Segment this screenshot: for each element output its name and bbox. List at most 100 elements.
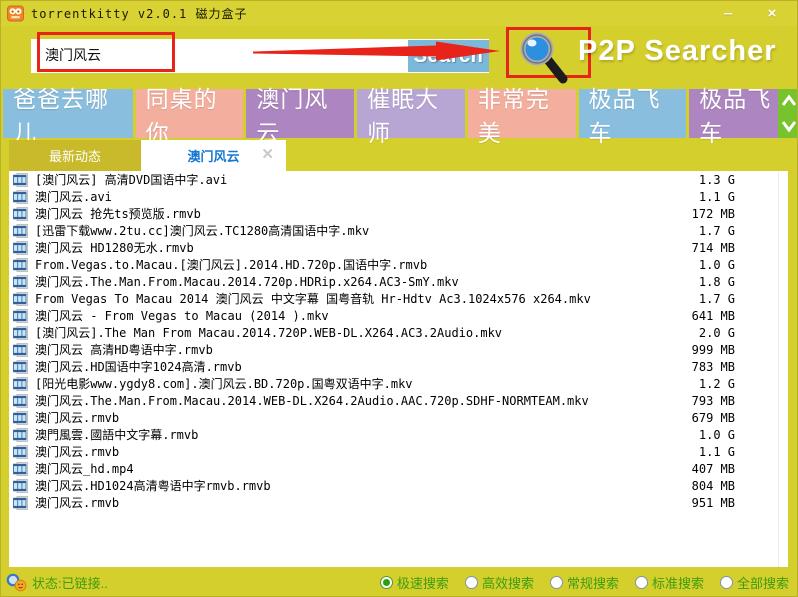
result-size: 714 MB bbox=[691, 240, 735, 255]
radio-icon[interactable] bbox=[464, 576, 478, 589]
radio-icon[interactable] bbox=[634, 576, 648, 589]
result-row[interactable]: [阳光电影www.ygdy8.com].澳门风云.BD.720p.国粤双语中字.… bbox=[9, 375, 788, 392]
result-size: 951 MB bbox=[691, 495, 735, 510]
result-size: 1.3 G bbox=[698, 172, 735, 187]
annotation-box-query bbox=[37, 32, 175, 72]
result-size: 1.7 G bbox=[698, 223, 735, 238]
result-size: 793 MB bbox=[691, 393, 735, 408]
result-size: 2.0 G bbox=[698, 325, 735, 340]
tab-close-icon[interactable]: ✕ bbox=[261, 146, 274, 164]
film-icon bbox=[13, 462, 28, 476]
result-row[interactable]: 澳門風雲.國語中文字幕.rmvb 1.0 G bbox=[9, 426, 788, 443]
film-icon bbox=[13, 241, 28, 255]
result-row[interactable]: 澳门风云.The.Man.From.Macau.2014.720p.HDRip.… bbox=[9, 273, 788, 290]
category-button[interactable]: 爸爸去哪儿 bbox=[3, 86, 133, 146]
result-name: 澳门风云.rmvb bbox=[35, 496, 120, 510]
result-row[interactable]: [澳门风云] 高清DVD国语中字.avi 1.3 G bbox=[9, 171, 788, 188]
radio-label: 全部搜索 bbox=[736, 576, 789, 591]
search-mode-radio[interactable]: 标准搜索 bbox=[634, 573, 704, 592]
result-name: 澳门风云.HD国语中字1024高清.rmvb bbox=[35, 360, 242, 374]
statusbar: 状态:已链接.. 极速搜索 高效搜索 常规搜索 标准搜索 全部搜索 bbox=[1, 567, 797, 596]
result-row[interactable]: 澳门风云 抢先ts预览版.rmvb 172 MB bbox=[9, 205, 788, 222]
result-row[interactable]: 澳门风云.rmvb 679 MB bbox=[9, 409, 788, 426]
result-name: 澳门风云.The.Man.From.Macau.2014.WEB-DL.X264… bbox=[35, 394, 589, 408]
radio-icon[interactable] bbox=[379, 576, 393, 589]
app-window: torrentkitty v2.0.1 磁力盒子 – × 澳门风云 Search… bbox=[0, 0, 798, 597]
film-icon bbox=[13, 411, 28, 425]
minimize-button[interactable]: – bbox=[715, 5, 741, 22]
result-name: 澳门风云.rmvb bbox=[35, 411, 120, 425]
film-icon bbox=[13, 292, 28, 306]
search-mode-group: 极速搜索 高效搜索 常规搜索 标准搜索 全部搜索 bbox=[379, 573, 789, 592]
result-row[interactable]: 澳门风云 HD1280无水.rmvb 714 MB bbox=[9, 239, 788, 256]
status-magnifier-smiley-icon bbox=[6, 573, 27, 591]
radio-icon[interactable] bbox=[719, 576, 733, 589]
tab-search-result[interactable]: 澳门风云 ✕ bbox=[141, 140, 286, 171]
radio-label: 高效搜索 bbox=[481, 576, 534, 591]
close-button[interactable]: × bbox=[759, 5, 785, 22]
film-icon bbox=[13, 275, 28, 289]
category-button[interactable]: 非常完美 bbox=[467, 86, 576, 146]
result-size: 1.0 G bbox=[698, 257, 735, 272]
film-icon bbox=[13, 360, 28, 374]
film-icon bbox=[13, 496, 28, 510]
film-icon bbox=[13, 258, 28, 272]
result-row[interactable]: [澳门风云].The Man From Macau.2014.720P.WEB-… bbox=[9, 324, 788, 341]
titlebar: torrentkitty v2.0.1 磁力盒子 – × bbox=[1, 1, 797, 26]
result-row[interactable]: 澳门风云.avi 1.1 G bbox=[9, 188, 788, 205]
film-icon bbox=[13, 326, 28, 340]
scroll-down-icon[interactable] bbox=[781, 119, 797, 133]
search-mode-radio[interactable]: 极速搜索 bbox=[379, 573, 449, 592]
result-row[interactable]: From.Vegas.to.Macau.[澳门风云].2014.HD.720p.… bbox=[9, 256, 788, 273]
result-row[interactable]: From Vegas To Macau 2014 澳门风云 中文字幕 国粤音轨 … bbox=[9, 290, 788, 307]
result-row[interactable]: [迅雷下载www.2tu.cc]澳门风云.TC1280高清国语中字.mkv 1.7… bbox=[9, 222, 788, 239]
film-icon bbox=[13, 394, 28, 408]
result-name: [澳门风云].The Man From Macau.2014.720P.WEB-… bbox=[35, 326, 503, 340]
film-icon bbox=[13, 479, 28, 493]
film-icon bbox=[13, 173, 28, 187]
result-row[interactable]: 澳门风云 高清HD粤语中字.rmvb 999 MB bbox=[9, 341, 788, 358]
results-panel: [澳门风云] 高清DVD国语中字.avi 1.3 G 澳门风云.avi 1.1 G … bbox=[9, 171, 788, 567]
result-size: 1.2 G bbox=[698, 376, 735, 391]
film-icon bbox=[13, 309, 28, 323]
result-name: [澳门风云] 高清DVD国语中字.avi bbox=[35, 173, 228, 187]
result-size: 1.1 G bbox=[698, 444, 735, 459]
film-icon bbox=[13, 445, 28, 459]
result-row[interactable]: 澳门风云.rmvb 1.1 G bbox=[9, 443, 788, 460]
status-text: 状态:已链接.. bbox=[32, 576, 108, 591]
result-row[interactable]: 澳门风云_hd.mp4 407 MB bbox=[9, 460, 788, 477]
result-name: 澳门风云.The.Man.From.Macau.2014.720p.HDRip.… bbox=[35, 275, 459, 289]
result-name: [阳光电影www.ygdy8.com].澳门风云.BD.720p.国粤双语中字.… bbox=[35, 377, 413, 391]
result-size: 783 MB bbox=[691, 359, 735, 374]
search-mode-radio[interactable]: 常规搜索 bbox=[549, 573, 619, 592]
result-row[interactable]: 澳门风云.rmvb 951 MB bbox=[9, 494, 788, 511]
result-row[interactable]: 澳门风云 - From Vegas to Macau (2014 ).mkv 64… bbox=[9, 307, 788, 324]
search-mode-radio[interactable]: 全部搜索 bbox=[719, 573, 789, 592]
category-button[interactable]: 极品飞车 bbox=[578, 86, 687, 146]
result-name: 澳门风云 高清HD粤语中字.rmvb bbox=[35, 343, 213, 357]
search-mode-radio[interactable]: 高效搜索 bbox=[464, 573, 534, 592]
radio-label: 标准搜索 bbox=[651, 576, 704, 591]
result-row[interactable]: 澳门风云.The.Man.From.Macau.2014.WEB-DL.X264… bbox=[9, 392, 788, 409]
category-button[interactable]: 澳门风云 bbox=[246, 86, 355, 146]
result-size: 804 MB bbox=[691, 478, 735, 493]
film-icon bbox=[13, 343, 28, 357]
category-button[interactable]: 催眠大师 bbox=[357, 86, 465, 146]
scroll-up-icon[interactable] bbox=[781, 94, 797, 108]
window-title: torrentkitty v2.0.1 磁力盒子 bbox=[31, 7, 248, 21]
magnifier-icon[interactable] bbox=[516, 30, 570, 84]
result-name: From.Vegas.to.Macau.[澳门风云].2014.HD.720p.… bbox=[35, 258, 428, 272]
category-scroll-strip bbox=[778, 89, 797, 138]
radio-icon[interactable] bbox=[549, 576, 563, 589]
film-icon bbox=[13, 428, 28, 442]
tab-latest-news[interactable]: 最新动态 bbox=[9, 140, 141, 171]
result-row[interactable]: 澳门风云.HD1024高清粤语中字rmvb.rmvb 804 MB bbox=[9, 477, 788, 494]
result-size: 1.1 G bbox=[698, 189, 735, 204]
result-row[interactable]: 澳门风云.HD国语中字1024高清.rmvb 783 MB bbox=[9, 358, 788, 375]
brand-text: P2P Searcher bbox=[578, 35, 777, 67]
category-button[interactable]: 同桌的你 bbox=[135, 86, 244, 146]
tab-label: 澳门风云 bbox=[187, 149, 240, 164]
result-name: [迅雷下载www.2tu.cc]澳门风云.TC1280高清国语中字.mkv bbox=[35, 224, 370, 238]
radio-dot-icon bbox=[382, 579, 390, 586]
result-size: 641 MB bbox=[691, 308, 735, 323]
